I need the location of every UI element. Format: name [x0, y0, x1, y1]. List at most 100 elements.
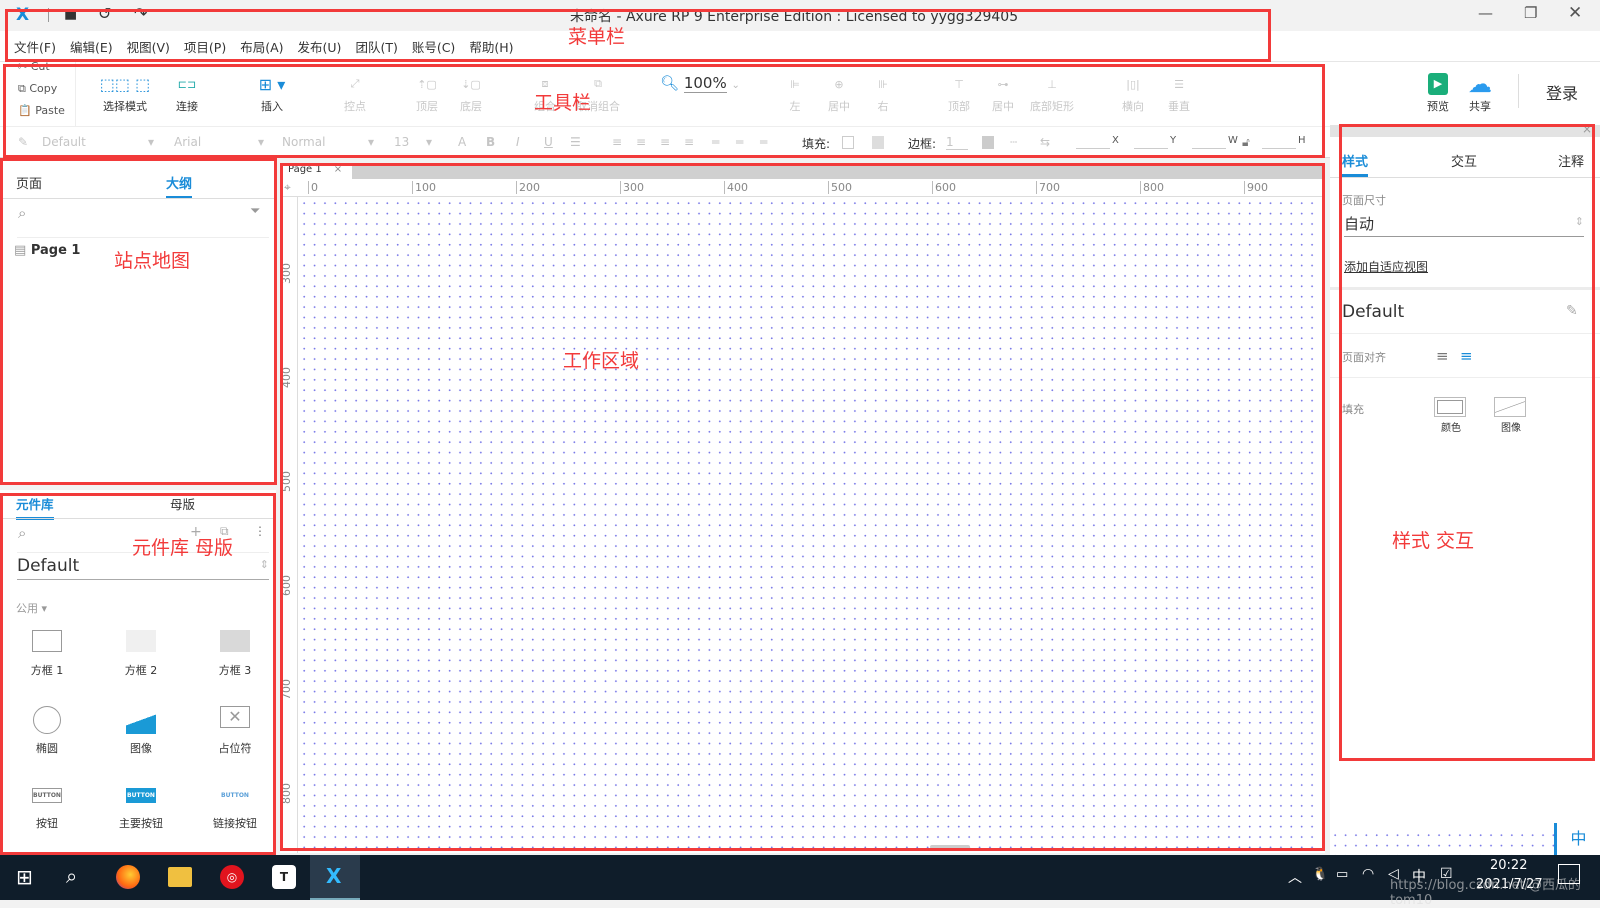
- tab-masters[interactable]: 母版: [170, 494, 195, 513]
- edit-style-icon[interactable]: ✎: [1566, 303, 1578, 319]
- typora-icon[interactable]: T: [272, 865, 296, 889]
- menu-team[interactable]: 团队(T): [355, 37, 397, 56]
- login-button[interactable]: 登录: [1546, 80, 1578, 104]
- page-size-select[interactable]: 自动 ⇕: [1344, 213, 1584, 237]
- widget-placeholder[interactable]: ✕ 占位符: [190, 706, 280, 756]
- bottom-layer-button[interactable]: ⇣▢ 底层: [456, 70, 486, 114]
- fill-color-swatch[interactable]: [842, 136, 854, 149]
- menu-publish[interactable]: 发布(U): [298, 37, 342, 56]
- qq-icon[interactable]: 🐧: [1312, 867, 1328, 882]
- more-icon[interactable]: ⋮: [254, 524, 266, 538]
- anchor-button[interactable]: ⤢ 控点: [340, 70, 370, 114]
- search-icon[interactable]: ⌕: [66, 864, 77, 888]
- minimize-button[interactable]: —: [1478, 4, 1493, 22]
- text-justify-icon[interactable]: ≡: [684, 135, 694, 149]
- save-icon[interactable]: ■: [64, 6, 77, 22]
- close-tab-icon[interactable]: ×: [334, 164, 342, 175]
- italic-icon[interactable]: I: [516, 135, 520, 149]
- menu-account[interactable]: 账号(C): [412, 37, 455, 56]
- close-icon[interactable]: ×: [1582, 122, 1592, 136]
- zoom-control[interactable]: 🔍︎ 100% ⌄: [660, 74, 740, 93]
- arrow-style-icon[interactable]: ⇆: [1040, 135, 1050, 149]
- filter-icon[interactable]: ⏷: [250, 204, 260, 219]
- widget-link-button[interactable]: BUTTON 链接按钮: [190, 788, 280, 831]
- clock-time[interactable]: 20:22: [1490, 858, 1527, 873]
- firefox-icon[interactable]: [116, 865, 140, 889]
- widget-box1[interactable]: 方框 1: [2, 630, 92, 678]
- font-select[interactable]: Arial: [174, 135, 201, 149]
- align-middle-button[interactable]: ⊶ 居中: [988, 70, 1018, 114]
- valign-bottom-icon[interactable]: ═: [760, 135, 767, 149]
- style-select[interactable]: Default: [42, 135, 86, 149]
- undo-icon[interactable]: ↺: [98, 4, 111, 23]
- cut-button[interactable]: ✂ Cut: [18, 60, 50, 73]
- paste-button[interactable]: 📋 Paste: [18, 104, 65, 117]
- insert-button[interactable]: ⊞ ▾ 插入: [252, 70, 292, 114]
- menu-help[interactable]: 帮助(H): [469, 37, 513, 56]
- weight-select[interactable]: Normal: [282, 135, 325, 149]
- tab-interactions[interactable]: 交互: [1451, 151, 1477, 170]
- font-size-select[interactable]: 13: [394, 135, 409, 149]
- bullet-list-icon[interactable]: ☰: [570, 135, 581, 149]
- border-color-swatch[interactable]: [982, 136, 994, 149]
- share-button[interactable]: ☁ 共享: [1462, 70, 1498, 114]
- widget-box2[interactable]: 方框 2: [96, 630, 186, 678]
- align-center-icon[interactable]: ≡: [1460, 347, 1473, 365]
- w-input[interactable]: [1192, 135, 1226, 149]
- distribute-horizontal-button[interactable]: |▯| 横向: [1118, 70, 1148, 114]
- ime-indicator[interactable]: 中: [1554, 823, 1600, 855]
- close-button[interactable]: ✕: [1568, 3, 1582, 23]
- section-common[interactable]: 公用 ▾: [16, 600, 47, 616]
- tab-pages[interactable]: 页面: [16, 173, 42, 192]
- widget-ellipse[interactable]: 椭圆: [2, 706, 92, 756]
- connect-button[interactable]: ⊏⊐ 连接: [170, 70, 204, 114]
- align-top-button[interactable]: ⊤ 顶部: [944, 70, 974, 114]
- border-style-icon[interactable]: ┄: [1010, 135, 1017, 149]
- x-input[interactable]: [1076, 135, 1110, 149]
- add-adaptive-view-link[interactable]: 添加自适应视图: [1344, 258, 1428, 275]
- wifi-icon[interactable]: ◠: [1362, 866, 1374, 882]
- shadow-swatch[interactable]: [872, 136, 884, 149]
- border-width-input[interactable]: 1: [946, 135, 968, 150]
- action-center-icon[interactable]: [1558, 864, 1580, 884]
- select-mode-button[interactable]: ⬚⬚ ⬚ 选择模式: [92, 70, 158, 114]
- search-icon[interactable]: ⌕: [18, 204, 26, 222]
- file-explorer-icon[interactable]: [168, 867, 192, 887]
- battery-icon[interactable]: ▭: [1336, 867, 1348, 882]
- underline-icon[interactable]: U: [544, 135, 553, 149]
- font-color-icon[interactable]: A: [458, 135, 466, 149]
- widget-box3[interactable]: 方框 3: [190, 630, 280, 678]
- tab-style[interactable]: 样式: [1342, 151, 1369, 177]
- tab-notes[interactable]: 注释: [1558, 151, 1584, 170]
- bold-icon[interactable]: B: [486, 135, 495, 149]
- widget-image[interactable]: 图像: [96, 706, 186, 756]
- windows-start-icon[interactable]: ⊞: [16, 865, 33, 889]
- tab-outline[interactable]: 大纲: [166, 173, 193, 199]
- text-align-center-icon[interactable]: ≡: [636, 135, 646, 149]
- tab-libraries[interactable]: 元件库: [16, 494, 54, 520]
- lock-icon[interactable]: 🔓︎: [1242, 135, 1250, 150]
- restore-button[interactable]: ❐: [1524, 4, 1537, 22]
- canvas-grid[interactable]: [299, 198, 1319, 850]
- menu-layout[interactable]: 布局(A): [240, 37, 283, 56]
- align-bottom-button[interactable]: ⊥ 底部矩形: [1030, 70, 1074, 114]
- menu-edit[interactable]: 编辑(E): [70, 37, 113, 56]
- copy-button[interactable]: ⧉ Copy: [18, 82, 57, 96]
- align-center-button[interactable]: ⊕ 居中: [824, 70, 854, 114]
- netease-music-icon[interactable]: ◎: [220, 865, 244, 889]
- widget-button[interactable]: BUTTON 按钮: [2, 788, 92, 831]
- horizontal-scrollbar[interactable]: [930, 845, 970, 849]
- align-left-icon[interactable]: ≡: [1436, 347, 1449, 365]
- search-icon[interactable]: ⌕: [18, 524, 26, 542]
- fill-color-button[interactable]: 颜色: [1434, 397, 1468, 434]
- menu-view[interactable]: 视图(V): [127, 37, 170, 56]
- valign-middle-icon[interactable]: ═: [736, 135, 743, 149]
- style-edit-icon[interactable]: ✎: [18, 135, 28, 149]
- preview-button[interactable]: ▶ 预览: [1420, 70, 1456, 114]
- text-align-right-icon[interactable]: ≡: [660, 135, 670, 149]
- text-align-left-icon[interactable]: ≡: [612, 135, 622, 149]
- page-tab[interactable]: Page 1 ×: [280, 163, 352, 179]
- align-left-button[interactable]: ⊫ 左: [780, 70, 810, 114]
- top-layer-button[interactable]: ⇡▢ 顶层: [412, 70, 442, 114]
- align-right-button[interactable]: ⊪ 右: [868, 70, 898, 114]
